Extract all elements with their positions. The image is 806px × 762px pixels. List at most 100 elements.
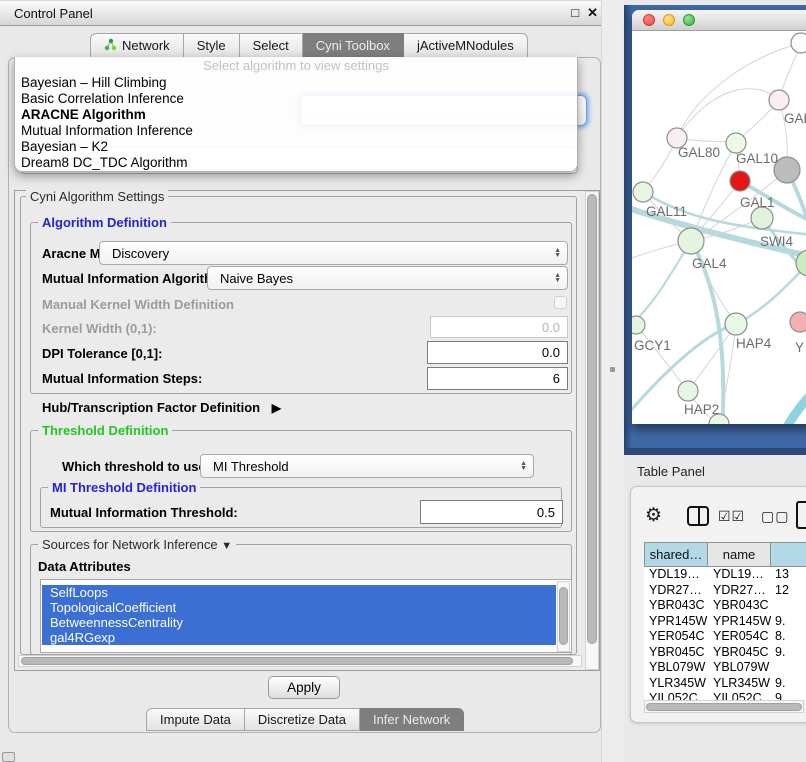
network-canvas[interactable]: GALGAL80GAL10GAL1GAL11SWI4GAL4GCY1HAP4YH… (632, 31, 806, 424)
table-row[interactable]: YBL079WYBL079W (644, 660, 806, 676)
mi-threshold-field[interactable]: 0.5 (420, 500, 563, 524)
close-panel-icon[interactable]: ✕ (587, 5, 598, 21)
tab-network[interactable]: Network (90, 33, 184, 58)
algorithm-option-bayesian-hill-climbing[interactable]: Bayesian – Hill Climbing (15, 75, 577, 91)
cyni-settings-title: Cyni Algorithm Settings (26, 189, 168, 204)
algorithm-option-bayesian-k2[interactable]: Bayesian – K2 (15, 139, 577, 155)
bottom-tab-infer-network[interactable]: Infer Network (360, 708, 464, 731)
node-label: GAL80 (678, 145, 720, 160)
algorithm-option-basic-correlation-inference[interactable]: Basic Correlation Inference (15, 91, 577, 107)
table-row[interactable]: YPR145WYPR145W9. (644, 614, 806, 630)
table-settings-gear-icon[interactable]: ⚙ (645, 504, 662, 527)
tab-select[interactable]: Select (240, 33, 303, 58)
attribute-item-gal4rgexp[interactable]: gal4RGexp (42, 630, 556, 645)
table-cell: 8. (775, 629, 785, 645)
select-all-rows-icon[interactable]: ☑☑ (718, 508, 745, 525)
column-header-name[interactable]: name (708, 542, 771, 567)
data-attributes-list[interactable]: SelfLoopsTopologicalCoefficientBetweenne… (40, 579, 572, 653)
table-hscrollbar-thumb[interactable] (646, 703, 802, 711)
network-node[interactable] (730, 171, 750, 191)
network-node[interactable] (790, 312, 806, 332)
table-cell: 12 (775, 583, 789, 599)
table-row[interactable]: YBR043CYBR043C (644, 598, 806, 614)
table-row[interactable]: YLR345WYLR345W9. (644, 676, 806, 692)
tab-label: Cyni Toolbox (316, 38, 390, 53)
which-threshold-combobox[interactable]: MI Threshold ▲▼ (200, 454, 534, 478)
combo-stepper-icon: ▲▼ (520, 461, 527, 471)
network-window: GALGAL80GAL10GAL1GAL11SWI4GAL4GCY1HAP4YH… (632, 10, 806, 424)
attribute-item-selfloops[interactable]: SelfLoops (42, 585, 556, 600)
tab-jactivemnodules[interactable]: jActiveMNodules (404, 33, 528, 58)
table-row[interactable]: YDL19…YDL19…13 (644, 567, 806, 583)
node-label: GCY1 (634, 338, 671, 353)
tab-cyni-toolbox[interactable]: Cyni Toolbox (303, 33, 404, 58)
tab-style[interactable]: Style (184, 33, 240, 58)
table-row[interactable]: YIL052CYIL052C9 (644, 691, 806, 700)
apply-button[interactable]: Apply (268, 676, 340, 699)
attribute-item-topologicalcoefficient[interactable]: TopologicalCoefficient (42, 600, 556, 615)
table-cell: 9. (775, 645, 785, 661)
minimized-panel-icon[interactable] (2, 752, 15, 762)
list-scrollbar[interactable] (557, 581, 570, 652)
table-hscrollbar[interactable] (644, 700, 804, 713)
zoom-window-icon[interactable] (683, 14, 695, 26)
deselect-all-rows-icon[interactable]: ▢▢ (761, 508, 789, 525)
network-edge[interactable] (782, 383, 806, 424)
network-node[interactable] (725, 313, 747, 335)
column-header-partial[interactable] (771, 542, 806, 567)
table-cell: YDL19… (649, 567, 700, 583)
hub-definition-toggle[interactable]: Hub/Transcription Factor Definition ▶ (42, 400, 281, 415)
table-cell: YPR145W (713, 614, 771, 630)
settings-hscrollbar-thumb[interactable] (21, 657, 573, 665)
node-label: GAL1 (740, 195, 775, 210)
float-panel-icon[interactable]: □ (571, 5, 579, 21)
network-edge[interactable] (677, 89, 779, 138)
column-header-shared-name[interactable]: shared… (644, 542, 708, 567)
table-panel: ⚙ ☑☑ ▢▢ shared… name YDL19…YDL19…13YDR27… (630, 486, 806, 723)
network-node[interactable] (678, 381, 698, 401)
mi-threshold-title: MI Threshold Definition (48, 480, 200, 495)
tab-label: Discretize Data (258, 712, 346, 727)
list-scrollbar-thumb[interactable] (559, 587, 568, 645)
mi-type-combobox[interactable]: Naive Bayes ▲▼ (207, 266, 568, 290)
table-row[interactable]: YBR045CYBR045C9. (644, 645, 806, 661)
panel-title: Control Panel (14, 6, 93, 21)
network-node[interactable] (726, 133, 746, 153)
network-node[interactable] (633, 182, 653, 202)
table-row[interactable]: YER054CYER054C8. (644, 629, 806, 645)
bottom-tabbar: Impute Data Discretize Data Infer Network (146, 708, 464, 731)
node-label: HAP2 (684, 402, 719, 417)
settings-hscrollbar[interactable] (18, 655, 582, 667)
bottom-tab-discretize-data[interactable]: Discretize Data (245, 708, 360, 731)
algorithm-option-aracne-algorithm[interactable]: ARACNE Algorithm (15, 107, 577, 123)
algorithm-option-dream8-dc-tdc-algorithm[interactable]: Dream8 DC_TDC Algorithm (15, 155, 577, 171)
collapse-down-icon[interactable]: ▼ (221, 540, 232, 552)
network-node[interactable] (791, 33, 806, 53)
node-label: GAL4 (692, 256, 727, 271)
network-node[interactable] (751, 207, 773, 229)
expand-right-icon[interactable]: ▶ (272, 401, 281, 415)
minimize-window-icon[interactable] (663, 14, 675, 26)
dpi-tolerance-field[interactable]: 0.0 (427, 341, 568, 364)
settings-vscrollbar-thumb[interactable] (587, 194, 597, 644)
split-panel-icon[interactable] (687, 506, 709, 526)
table-row[interactable]: YDR27…YDR27…12 (644, 583, 806, 599)
export-table-icon[interactable] (796, 501, 806, 529)
table-panel-title: Table Panel (637, 464, 705, 479)
aracne-mode-combobox[interactable]: Discovery ▲▼ (99, 241, 568, 265)
attribute-item-betweennesscentrality[interactable]: BetweennessCentrality (42, 615, 556, 630)
combo-stepper-icon: ▲▼ (554, 273, 561, 283)
panel-resize-handle[interactable] (610, 367, 615, 372)
settings-vscrollbar[interactable] (585, 191, 599, 670)
close-window-icon[interactable] (643, 14, 655, 26)
algorithm-option-mutual-information-inference[interactable]: Mutual Information Inference (15, 123, 577, 139)
network-node[interactable] (678, 228, 704, 254)
mi-steps-field[interactable]: 6 (427, 367, 568, 390)
bottom-tab-impute-data[interactable]: Impute Data (146, 708, 245, 731)
algorithm-dropdown-popup: Select algorithm to view settings Bayesi… (14, 57, 578, 172)
table-cell: YLR345W (713, 676, 770, 692)
kernel-width-field[interactable]: 0.0 (430, 316, 568, 338)
network-node[interactable] (632, 316, 645, 334)
manual-kernel-checkbox[interactable] (554, 296, 567, 309)
network-node[interactable] (769, 90, 789, 110)
